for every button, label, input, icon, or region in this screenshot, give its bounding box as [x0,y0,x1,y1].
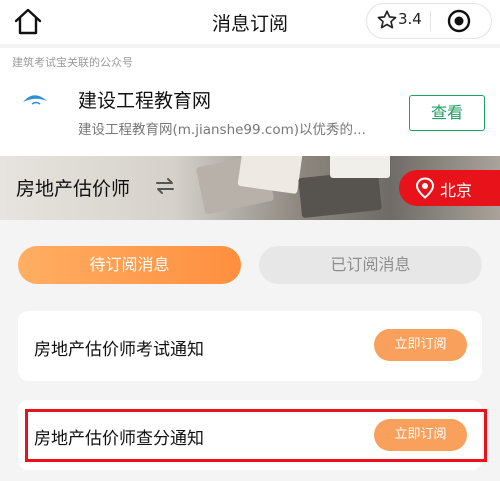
location-pin-icon [415,177,435,199]
account-logo-icon [23,95,47,105]
target-icon[interactable] [447,9,471,33]
account-description: 建设工程教育网(m.jianshe99.com)以优秀的... [78,122,366,138]
tab-subscribed-messages[interactable]: 已订阅消息 [259,246,482,284]
account-name: 建设工程教育网 [78,90,212,112]
view-account-button[interactable]: 查看 [409,95,485,131]
star-icon[interactable] [376,9,398,31]
rating-score: 3.4 [398,10,422,28]
message-title: 房地产估价师考试通知 [34,340,204,360]
subscribe-button[interactable]: 立即订阅 [374,329,467,361]
tab-pending-subscriptions[interactable]: 待订阅消息 [18,246,241,284]
exam-name: 房地产估价师 [16,178,131,200]
switch-exam-icon[interactable] [154,176,176,196]
banner-decoration [330,156,390,178]
highlight-box [25,409,487,462]
associated-account-label: 建筑考试宝关联的公众号 [12,56,133,69]
capsule-divider [430,11,431,31]
city-name: 北京 [440,181,473,200]
